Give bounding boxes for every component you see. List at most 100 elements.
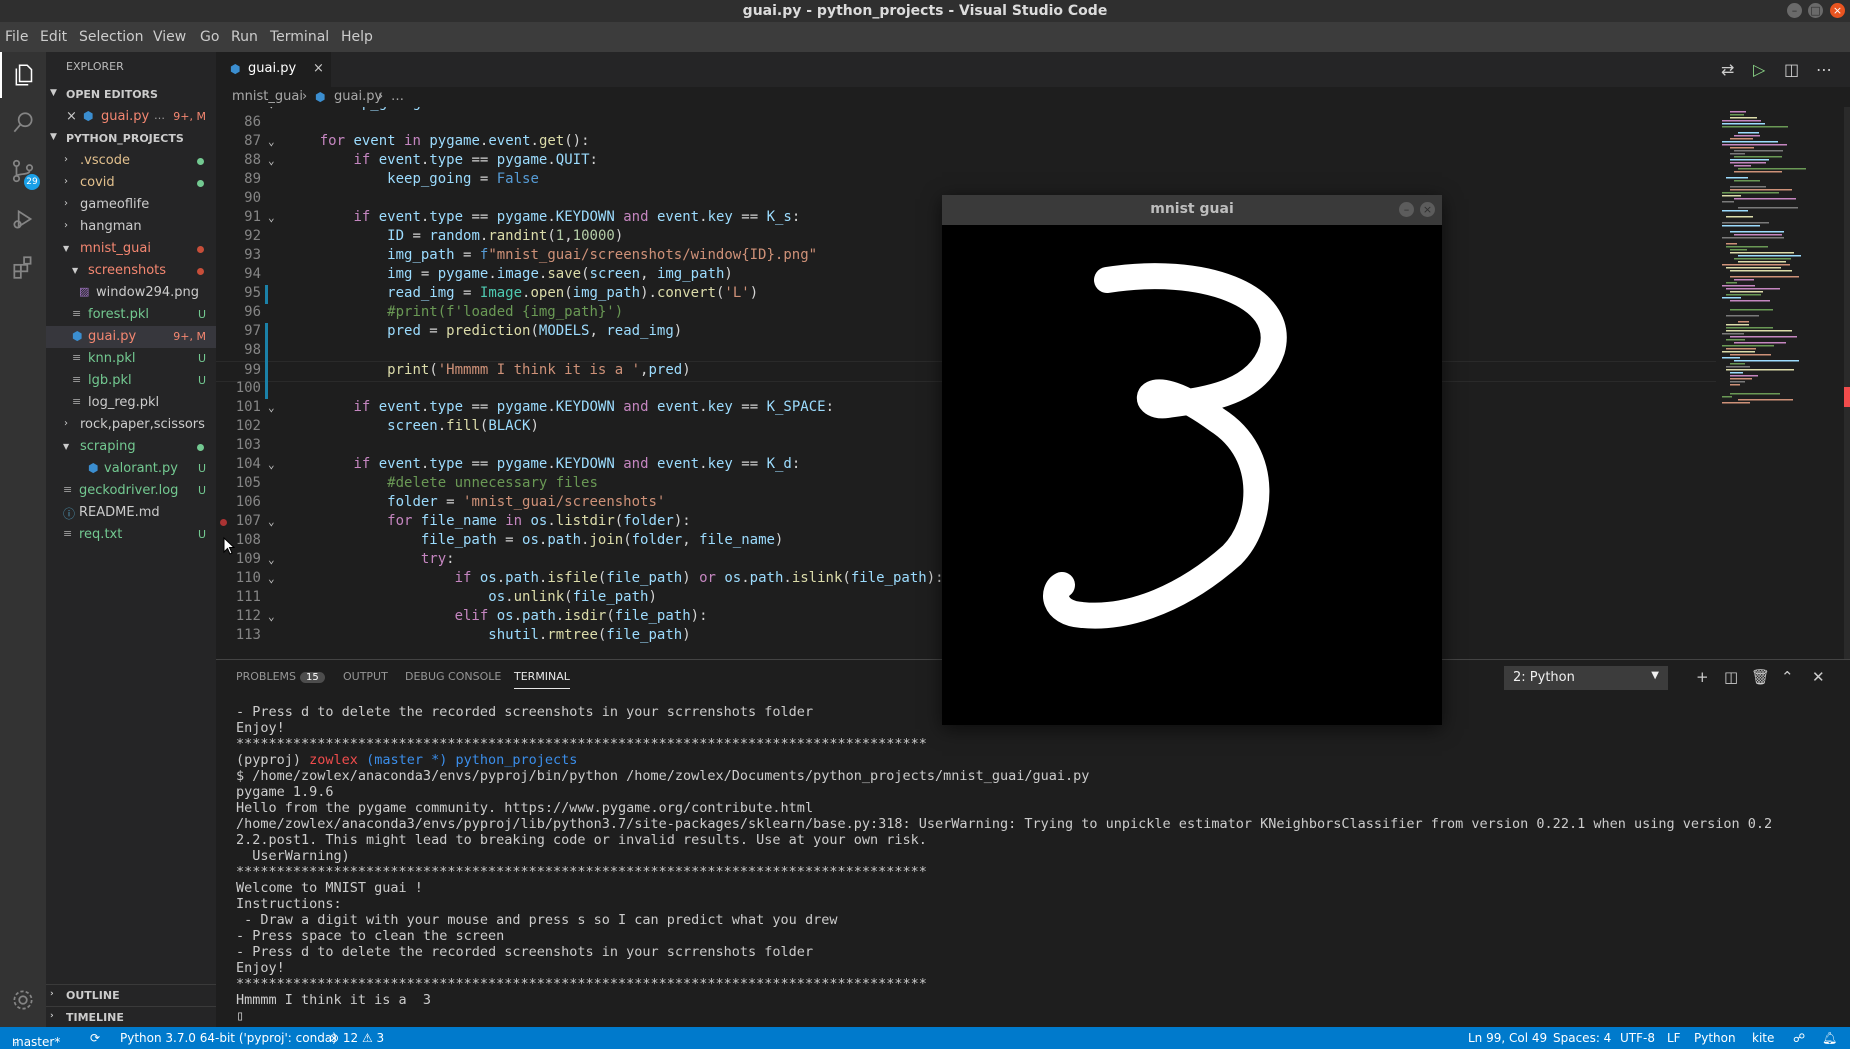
fold-chevron-icon[interactable]: ⌄ — [268, 515, 275, 528]
notifications-icon[interactable]: 🔔︎ — [1822, 1031, 1837, 1045]
more-actions-icon[interactable]: ⋯ — [1816, 60, 1832, 79]
tab-debug-console[interactable]: DEBUG CONSOLE — [405, 670, 501, 683]
open-editors-section[interactable]: ▼ OPEN EDITORS — [46, 84, 216, 106]
open-editors-label: OPEN EDITORS — [66, 88, 158, 101]
menu-view[interactable]: View — [153, 29, 186, 45]
line-number: 104 — [235, 456, 261, 472]
source-control-icon[interactable]: 29 — [0, 148, 46, 194]
tab-terminal[interactable]: TERMINAL — [514, 670, 570, 689]
open-editor-dir: … — [154, 109, 165, 122]
tree-folder-gameoflife[interactable]: › gameoflife — [46, 194, 216, 216]
run-file-icon[interactable]: ▷ — [1753, 60, 1765, 79]
kill-terminal-icon[interactable]: 🗑 — [1751, 668, 1770, 686]
maximize-window-button[interactable]: □ — [1808, 3, 1823, 18]
run-debug-icon[interactable] — [0, 196, 46, 242]
terminal-output[interactable]: - Press d to delete the recorded screens… — [236, 704, 1836, 1024]
code-line[interactable]: 88 ⌄ if event.type == pygame.QUIT: — [216, 152, 1716, 171]
pygame-window[interactable]: mnist guai – × — [942, 195, 1442, 725]
tree-folder-scraping[interactable]: ▼ scraping — [46, 436, 216, 458]
tab-output[interactable]: OUTPUT — [343, 670, 388, 683]
indentation[interactable]: Spaces: 4 — [1553, 1031, 1611, 1045]
code-line[interactable]: 89 keep_going = False — [216, 171, 1716, 190]
tab-problems[interactable]: PROBLEMS 15 — [236, 670, 325, 683]
menu-go[interactable]: Go — [200, 29, 219, 45]
encoding[interactable]: UTF-8 — [1620, 1031, 1655, 1045]
tree-file-req[interactable]: ≡ req.txt U — [46, 524, 216, 546]
end-of-line[interactable]: LF — [1667, 1031, 1681, 1045]
tree-folder-screenshots[interactable]: ▼ screenshots — [46, 260, 216, 282]
tree-file-forest[interactable]: ≡ forest.pkl U — [46, 304, 216, 326]
fold-chevron-icon[interactable]: ⌄ — [268, 553, 275, 566]
drawn-digit-canvas[interactable] — [942, 225, 1442, 725]
split-editor-icon[interactable]: ◫ — [1784, 60, 1799, 79]
code-text: screen.fill(BLACK) — [387, 418, 539, 434]
breadcrumb-folder[interactable]: mnist_guai — [232, 89, 303, 104]
search-icon[interactable] — [0, 100, 46, 146]
fold-chevron-icon[interactable]: ⌄ — [268, 135, 275, 148]
fold-chevron-icon[interactable]: ⌄ — [268, 401, 275, 414]
fold-chevron-icon[interactable]: ⌄ — [268, 458, 275, 471]
timeline-section[interactable]: › TIMELINE — [46, 1006, 216, 1029]
problems-indicator[interactable]: ⊗ 12 ⚠ 3 — [329, 1031, 384, 1045]
minimize-window-button[interactable]: – — [1399, 202, 1414, 217]
breakpoint-marker[interactable] — [220, 519, 227, 526]
fold-chevron-icon[interactable]: ⌄ — [268, 107, 275, 110]
menu-help[interactable]: Help — [341, 29, 373, 45]
fold-chevron-icon[interactable]: ⌄ — [268, 154, 275, 167]
minimap[interactable] — [1716, 107, 1850, 659]
extensions-icon[interactable] — [0, 244, 46, 290]
menu-edit[interactable]: Edit — [40, 29, 67, 45]
minimize-window-button[interactable]: – — [1787, 3, 1802, 18]
tree-folder-mnist-guai[interactable]: ▼ mnist_guai — [46, 238, 216, 260]
tree-file-guai[interactable]: ⬢ guai.py 9+, M — [46, 326, 216, 348]
fold-chevron-icon[interactable]: ⌄ — [268, 572, 275, 585]
tree-file-log-reg[interactable]: ≡ log_reg.pkl — [46, 392, 216, 414]
tree-folder-hangman[interactable]: › hangman — [46, 216, 216, 238]
compare-changes-icon[interactable]: ⇄ — [1721, 60, 1734, 79]
line-number: 95 — [244, 285, 261, 301]
feedback-icon[interactable]: ☍ — [1793, 1031, 1805, 1045]
language-mode[interactable]: Python — [1694, 1031, 1736, 1045]
project-section[interactable]: ▼ PYTHON_PROJECTS — [46, 128, 216, 150]
tree-folder-vscode[interactable]: › .vscode — [46, 150, 216, 172]
breadcrumb-symbol[interactable]: … — [391, 89, 404, 104]
tree-file-window294[interactable]: ▨ window294.png — [46, 282, 216, 304]
close-tab-icon[interactable]: × — [313, 61, 324, 76]
tree-folder-rps[interactable]: › rock,paper,scissors — [46, 414, 216, 436]
breadcrumb-file[interactable]: guai.py — [334, 89, 382, 104]
tree-file-valorant[interactable]: ⬢ valorant.py U — [46, 458, 216, 480]
manage-gear-icon[interactable] — [0, 977, 46, 1023]
terminal-select[interactable]: 2: Python ▼ — [1504, 666, 1668, 690]
close-window-button[interactable]: × — [1420, 202, 1435, 217]
fold-chevron-icon[interactable]: ⌄ — [268, 610, 275, 623]
menu-run[interactable]: Run — [231, 29, 258, 45]
menu-terminal[interactable]: Terminal — [270, 29, 329, 45]
open-editor-item[interactable]: × ⬢ guai.py … 9+, M — [46, 106, 216, 128]
tree-file-knn[interactable]: ≡ knn.pkl U — [46, 348, 216, 370]
maximize-panel-icon[interactable]: ⌃ — [1781, 668, 1794, 686]
explorer-icon[interactable] — [0, 52, 48, 98]
outline-section[interactable]: › OUTLINE — [46, 984, 216, 1007]
close-window-button[interactable]: × — [1830, 3, 1845, 18]
cursor-position[interactable]: Ln 99, Col 49 — [1468, 1031, 1547, 1045]
code-text: try: — [420, 551, 455, 567]
split-terminal-icon[interactable]: ◫ — [1724, 668, 1738, 686]
tree-file-geckodriver[interactable]: ≡ geckodriver.log U — [46, 480, 216, 502]
close-panel-icon[interactable]: ✕ — [1812, 668, 1825, 686]
python-interpreter[interactable]: Python 3.7.0 64-bit ('pyproj': conda) — [120, 1031, 337, 1045]
kite-status[interactable]: kite — [1752, 1031, 1774, 1045]
new-terminal-icon[interactable]: + — [1696, 668, 1709, 686]
tree-file-lgb[interactable]: ≡ lgb.pkl U — [46, 370, 216, 392]
activity-bar: 29 — [0, 52, 46, 1027]
sync-icon[interactable]: ⟳ — [90, 1031, 100, 1045]
menu-file[interactable]: File — [5, 29, 28, 45]
tree-folder-covid[interactable]: › covid — [46, 172, 216, 194]
close-editor-icon[interactable]: × — [66, 109, 77, 124]
tree-file-readme[interactable]: ⓘ README.md — [46, 502, 216, 524]
menu-selection[interactable]: Selection — [79, 29, 144, 45]
tab-guai-py[interactable]: ⬢ guai.py × — [216, 52, 331, 87]
code-line[interactable]: 86 — [216, 114, 1716, 133]
fold-chevron-icon[interactable]: ⌄ — [268, 211, 275, 224]
code-line[interactable]: 85 ⌄ while keep_going: — [216, 107, 1716, 114]
code-line[interactable]: 87 ⌄ for event in pygame.event.get(): — [216, 133, 1716, 152]
